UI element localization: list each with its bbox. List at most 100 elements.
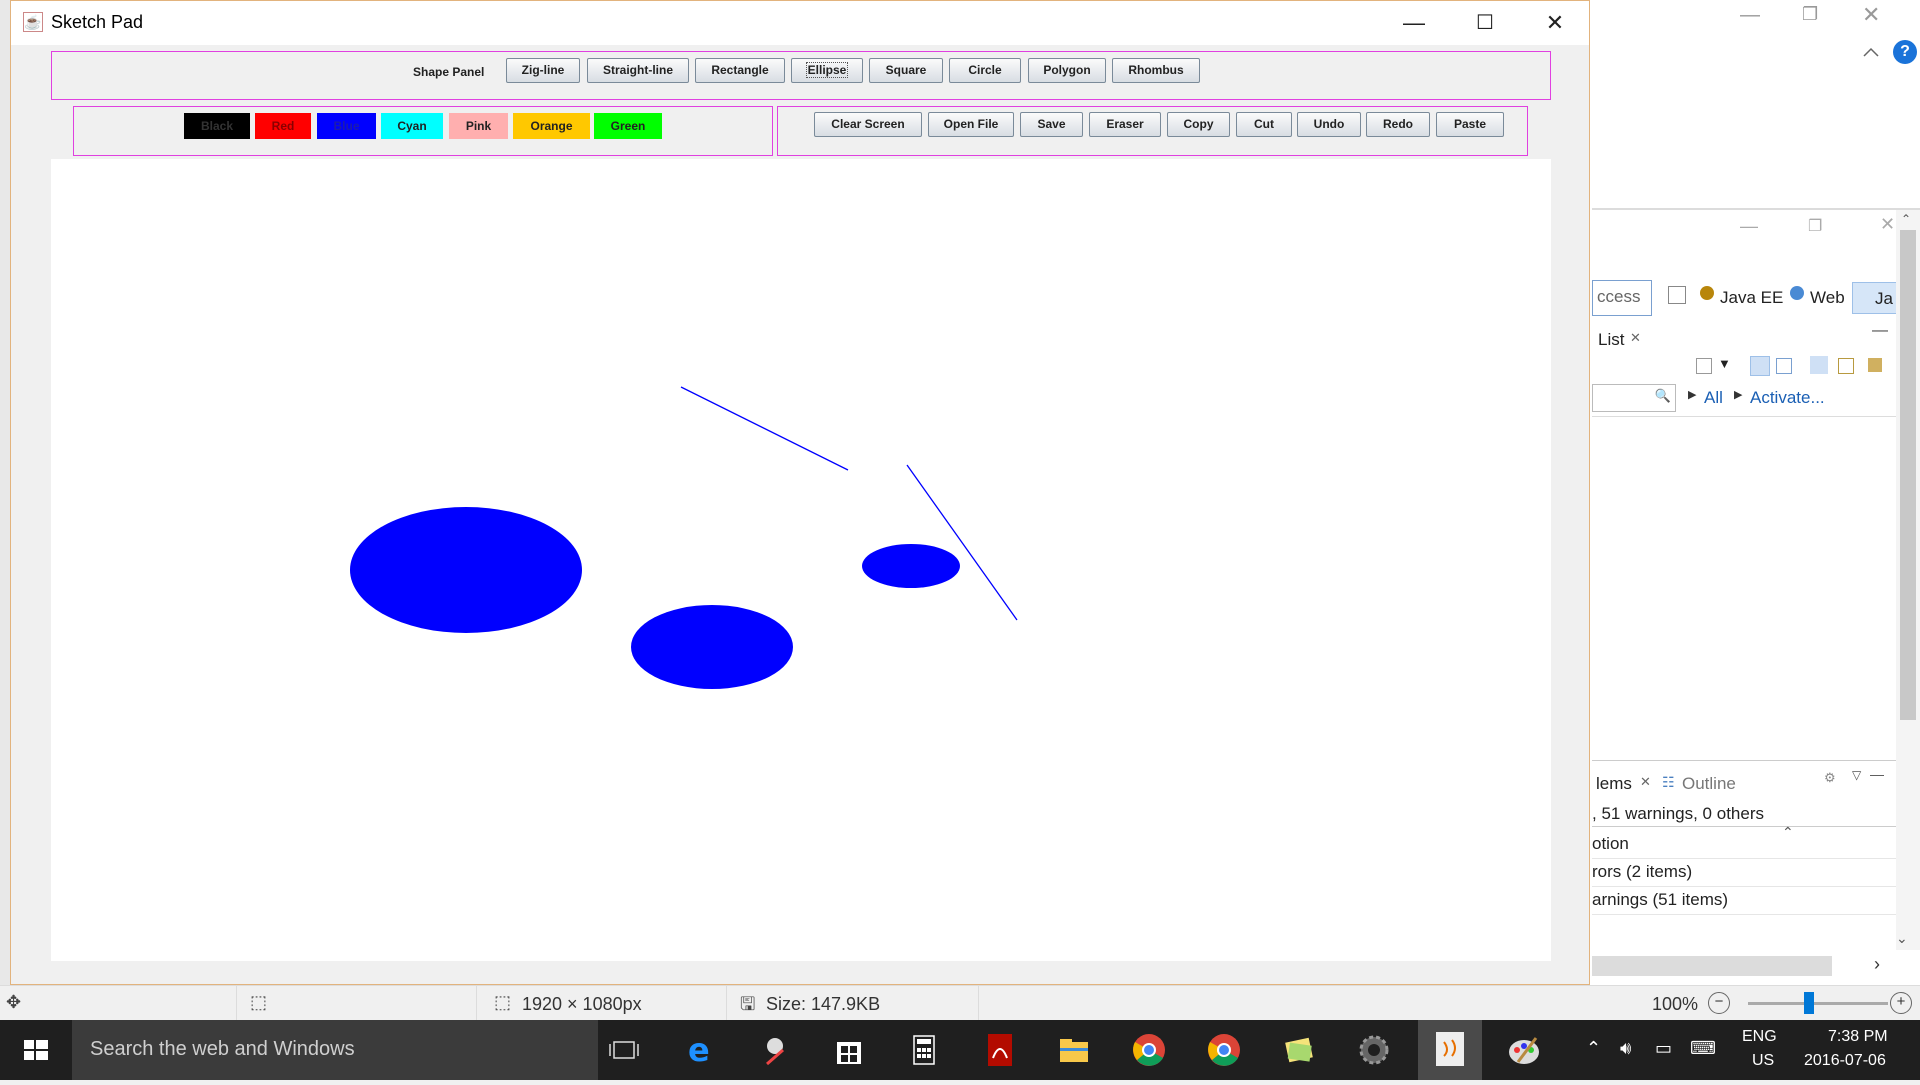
color-button-red[interactable]: Red	[255, 113, 311, 139]
list-item[interactable]: rors (2 items)	[1592, 862, 1692, 882]
paint-icon[interactable]	[1504, 1030, 1544, 1070]
divider	[1592, 208, 1920, 210]
calculator-icon[interactable]	[904, 1030, 944, 1070]
scrollbar-thumb[interactable]	[1900, 230, 1916, 720]
minimize-icon[interactable]: —	[1740, 4, 1760, 27]
close-icon[interactable]: ✕	[1880, 214, 1895, 235]
view-menu-icon[interactable]: ⚙	[1824, 770, 1836, 786]
tab-outline[interactable]: Outline	[1682, 774, 1736, 794]
straight-line-button[interactable]: Straight-line	[587, 58, 689, 83]
save-button[interactable]: Save	[1020, 112, 1083, 137]
close-button[interactable]: ✕	[1535, 9, 1575, 37]
chevron-down-icon[interactable]: ⌄	[1896, 930, 1908, 947]
open-file-button[interactable]: Open File	[928, 112, 1014, 137]
clock-date[interactable]: 2016-07-06	[1804, 1052, 1886, 1070]
ellipse-button[interactable]: Ellipse	[791, 58, 863, 83]
list-item[interactable]: arnings (51 items)	[1592, 890, 1728, 910]
polygon-button[interactable]: Polygon	[1028, 58, 1106, 83]
quick-access-input[interactable]: ccess	[1592, 280, 1652, 316]
copy-button[interactable]: Copy	[1167, 112, 1230, 137]
close-icon[interactable]: ✕	[1640, 774, 1651, 790]
rhombus-button[interactable]: Rhombus	[1112, 58, 1200, 83]
close-icon[interactable]: ✕	[1630, 330, 1641, 346]
color-button-pink[interactable]: Pink	[449, 113, 508, 139]
link-all[interactable]: All	[1704, 388, 1723, 408]
rectangle-button[interactable]: Rectangle	[695, 58, 785, 83]
notes-icon[interactable]	[1279, 1030, 1319, 1070]
dropdown-icon[interactable]: ▽	[1852, 768, 1861, 782]
horizontal-scrollbar[interactable]	[1592, 956, 1832, 976]
close-icon[interactable]: ✕	[1862, 2, 1880, 28]
status-bar: ✥ ⬚ ⬚ 1920 × 1080px 🖫 Size: 147.9KB 100%…	[0, 985, 1920, 1021]
circle-button[interactable]: Circle	[949, 58, 1021, 83]
input-region[interactable]: US	[1752, 1052, 1774, 1070]
color-button-black[interactable]: Black	[184, 113, 250, 139]
drawn-ellipse	[862, 544, 960, 588]
zoom-in-button[interactable]: +	[1890, 992, 1912, 1014]
toolbar-icon[interactable]	[1750, 356, 1770, 376]
zoom-slider[interactable]	[1748, 1002, 1888, 1005]
color-button-blue[interactable]: Blue	[317, 113, 376, 139]
help-icon[interactable]: ?	[1893, 40, 1917, 64]
perspective-icon[interactable]	[1668, 286, 1686, 304]
color-button-green[interactable]: Green	[594, 113, 662, 139]
tab-task-list[interactable]: List	[1598, 330, 1624, 350]
pdf-reader-icon[interactable]	[980, 1030, 1020, 1070]
clear-screen-button[interactable]: Clear Screen	[814, 112, 922, 137]
eraser-button[interactable]: Eraser	[1089, 112, 1161, 137]
column-header-description[interactable]: otion	[1592, 834, 1629, 854]
color-button-cyan[interactable]: Cyan	[381, 113, 443, 139]
chevron-up-icon[interactable]: ⌃	[1586, 1038, 1601, 1059]
notification-icon[interactable]: ▭	[1655, 1038, 1672, 1059]
input-language[interactable]: ENG	[1742, 1028, 1777, 1046]
title-bar[interactable]: ☕ Sketch Pad — ☐ ✕	[11, 1, 1589, 45]
vertical-scrollbar[interactable]: ⌃	[1896, 210, 1920, 950]
clock-time[interactable]: 7:38 PM	[1828, 1028, 1888, 1046]
perspective-java[interactable]: Ja	[1852, 282, 1898, 314]
toolbar-icon[interactable]	[1838, 358, 1854, 374]
start-button[interactable]	[0, 1020, 70, 1080]
color-button-orange[interactable]: Orange	[513, 113, 590, 139]
zig-line-button[interactable]: Zig-line	[506, 58, 580, 83]
square-button[interactable]: Square	[869, 58, 943, 83]
link-activate[interactable]: Activate...	[1750, 388, 1825, 408]
settings-icon[interactable]	[1354, 1030, 1394, 1070]
keyboard-icon[interactable]: ⌨	[1690, 1038, 1716, 1059]
volume-icon[interactable]: 🔊︎	[1620, 1038, 1631, 1059]
undo-button[interactable]: Undo	[1297, 112, 1361, 137]
new-task-icon[interactable]	[1696, 358, 1712, 374]
task-view-icon[interactable]	[604, 1030, 644, 1070]
toolbar-icon[interactable]	[1776, 358, 1792, 374]
snipping-tool-icon[interactable]	[755, 1030, 795, 1070]
chevron-up-icon[interactable]	[1858, 40, 1884, 66]
minimize-icon[interactable]: —	[1870, 766, 1884, 782]
cut-button[interactable]: Cut	[1236, 112, 1292, 137]
filter-input[interactable]: 🔍	[1592, 384, 1676, 412]
maximize-button[interactable]: ☐	[1465, 9, 1505, 37]
dropdown-icon[interactable]: ▼	[1718, 356, 1731, 371]
file-explorer-icon[interactable]	[1054, 1030, 1094, 1070]
chrome-icon[interactable]	[1129, 1030, 1169, 1070]
drawing-canvas[interactable]	[51, 159, 1551, 961]
restore-icon[interactable]: ❐	[1808, 216, 1822, 236]
chevron-up-icon[interactable]: ⌃	[1901, 212, 1911, 226]
toolbar-icon[interactable]	[1810, 356, 1828, 374]
zoom-slider-thumb[interactable]	[1804, 992, 1814, 1014]
perspective-web[interactable]: Web	[1810, 288, 1845, 308]
minimize-button[interactable]: —	[1394, 9, 1434, 37]
store-icon[interactable]	[829, 1030, 869, 1070]
toolbar-icon[interactable]	[1868, 358, 1882, 372]
minimize-icon[interactable]: —	[1872, 322, 1888, 340]
java-app-icon[interactable]	[1418, 1020, 1482, 1080]
search-input[interactable]: Search the web and Windows	[72, 1020, 598, 1080]
redo-button[interactable]: Redo	[1366, 112, 1430, 137]
restore-icon[interactable]: ❐	[1802, 4, 1818, 25]
tab-problems[interactable]: lems	[1596, 774, 1632, 794]
zoom-out-button[interactable]: −	[1708, 992, 1730, 1014]
paste-button[interactable]: Paste	[1436, 112, 1504, 137]
chevron-right-icon[interactable]: ›	[1874, 954, 1880, 975]
minimize-icon[interactable]: —	[1740, 216, 1758, 237]
edge-browser-icon[interactable]: e	[680, 1030, 720, 1070]
perspective-java-ee[interactable]: Java EE	[1720, 288, 1783, 308]
chrome-icon[interactable]	[1204, 1030, 1244, 1070]
